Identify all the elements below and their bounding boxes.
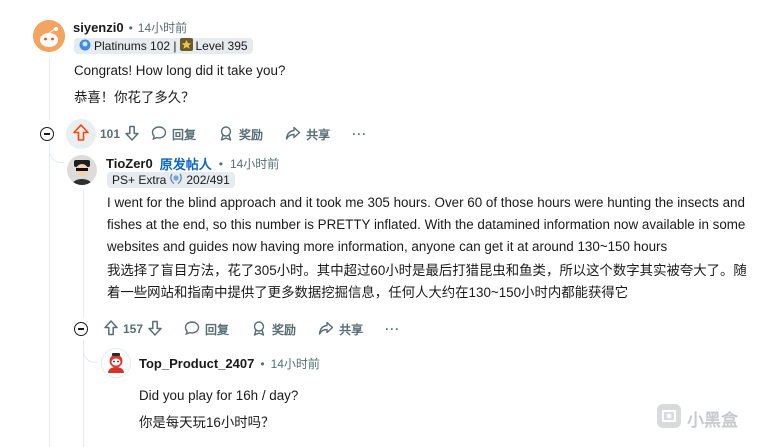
vote-count: 101 xyxy=(100,127,121,141)
watermark: 小黑盒 xyxy=(656,403,738,434)
share-label: 共享 xyxy=(339,322,364,337)
avatar[interactable] xyxy=(33,20,65,52)
flair-trophy-count: 202/491 xyxy=(186,173,230,187)
level-star-icon xyxy=(179,38,193,54)
comment-body-zh: 你是每天玩16小时吗？ xyxy=(139,415,275,430)
timestamp[interactable]: 14小时前 xyxy=(230,155,279,172)
award-label: 奖励 xyxy=(272,322,297,337)
comment-header: siyenzi0 • 14小时前 xyxy=(73,19,187,36)
comment-body-en: Did you play for 16h / day? xyxy=(139,388,299,403)
comment-actions: 101 回复 奖励 共享 ··· xyxy=(40,119,367,149)
comment-bubble-icon xyxy=(151,125,167,144)
reply-button[interactable]: 回复 xyxy=(151,125,196,144)
share-button[interactable]: 共享 xyxy=(318,320,363,339)
laurel-trophy-icon xyxy=(169,172,183,188)
watermark-logo-icon xyxy=(656,403,682,434)
award-button[interactable]: 奖励 xyxy=(218,125,263,144)
reply-button[interactable]: 回复 xyxy=(184,320,229,339)
user-flair: Platinums 102 | Level 395 xyxy=(74,38,253,54)
downvote-button[interactable] xyxy=(125,125,139,144)
thread-line-root-lower xyxy=(49,150,50,447)
timestamp[interactable]: 14小时前 xyxy=(271,355,320,372)
meta-separator: • xyxy=(128,20,133,35)
comment-body-en: Congrats! How long did it take you? xyxy=(74,63,286,78)
share-label: 共享 xyxy=(306,127,331,142)
thread-line-root xyxy=(49,58,50,120)
comment-body-en: I went for the blind approach and it too… xyxy=(107,195,746,254)
more-options-button[interactable]: ··· xyxy=(385,322,400,336)
share-arrow-icon xyxy=(285,125,301,144)
comment-header: TioZer0 原发帖人 • 14小时前 xyxy=(106,154,279,173)
flair-ps-extra: PS+ Extra xyxy=(112,173,167,187)
award-label: 奖励 xyxy=(239,127,264,142)
collapse-thread-button[interactable] xyxy=(40,127,54,141)
meta-separator: • xyxy=(218,156,223,171)
comment-actions: 157 回复 奖励 共享 ··· xyxy=(74,318,400,340)
avatar[interactable] xyxy=(101,348,131,378)
vote-count: 157 xyxy=(123,322,144,336)
award-icon xyxy=(251,320,267,339)
comment-bubble-icon xyxy=(184,320,200,339)
platinum-trophy-icon xyxy=(79,39,91,54)
watermark-text: 小黑盒 xyxy=(687,411,738,430)
flair-platinums: Platinums 102 | xyxy=(94,39,177,53)
username[interactable]: TioZer0 xyxy=(106,156,153,171)
share-button[interactable]: 共享 xyxy=(285,125,330,144)
upvote-arrow-icon xyxy=(73,124,89,144)
upvote-button[interactable] xyxy=(104,319,118,339)
collapse-thread-button[interactable] xyxy=(74,322,88,336)
thread-branch-connector-2 xyxy=(83,340,98,363)
flair-level: Level 395 xyxy=(195,39,248,53)
comment-body-zh: 恭喜！你花了多久？ xyxy=(74,90,195,105)
upvote-button[interactable] xyxy=(66,119,96,149)
thread-line-reply xyxy=(83,190,84,318)
username[interactable]: Top_Product_2407 xyxy=(139,356,254,371)
reply-label: 回复 xyxy=(172,127,197,142)
op-badge: 原发帖人 xyxy=(159,157,212,172)
comment-header: Top_Product_2407 • 14小时前 xyxy=(139,355,320,372)
award-icon xyxy=(218,125,234,144)
timestamp[interactable]: 14小时前 xyxy=(138,19,187,36)
avatar[interactable] xyxy=(67,155,97,185)
share-arrow-icon xyxy=(318,320,334,339)
username[interactable]: siyenzi0 xyxy=(73,20,124,35)
meta-separator: • xyxy=(260,356,265,371)
downvote-button[interactable] xyxy=(148,320,162,339)
more-options-button[interactable]: ··· xyxy=(352,127,367,141)
reply-label: 回复 xyxy=(205,322,230,337)
comment-body-zh: 我选择了盲目方法，花了305小时。其中超过60小时是最后打猎昆虫和鱼类，所以这个… xyxy=(107,263,747,300)
award-button[interactable]: 奖励 xyxy=(251,320,296,339)
user-flair: PS+ Extra 202/491 xyxy=(107,172,235,188)
